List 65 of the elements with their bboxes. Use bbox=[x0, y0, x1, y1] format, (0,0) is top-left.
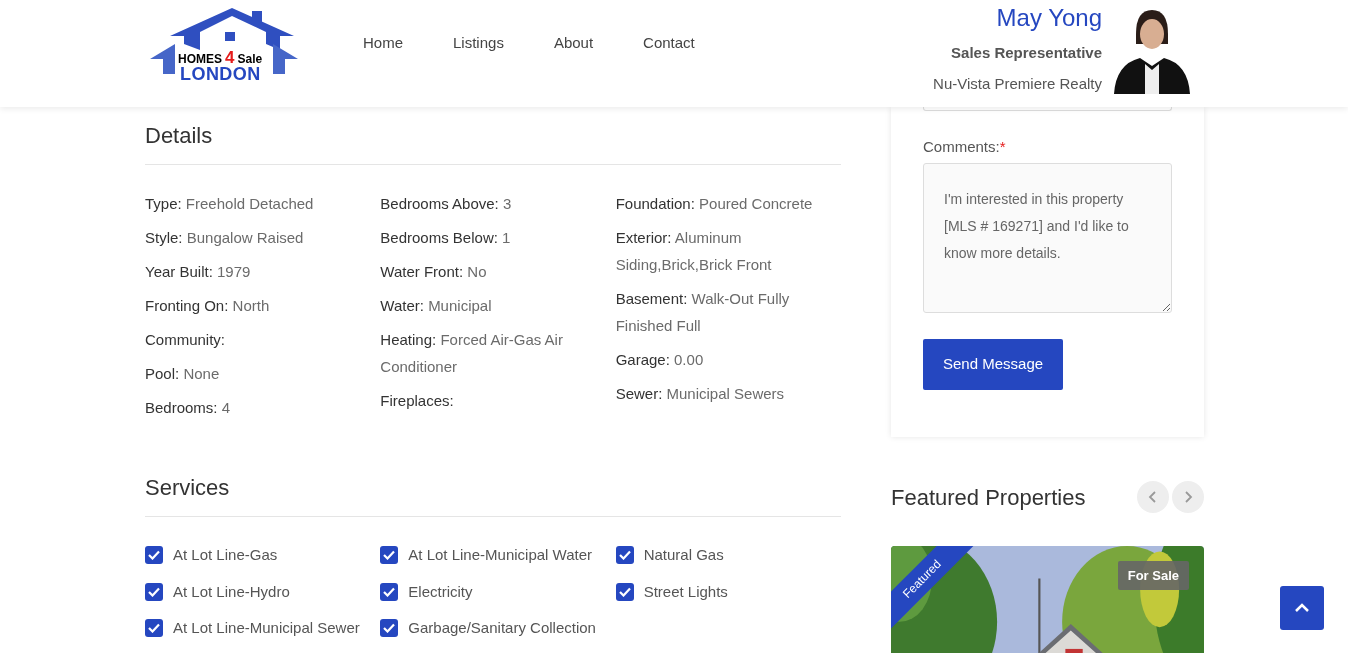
detail-item: Bedrooms: 4 bbox=[145, 398, 232, 418]
check-icon bbox=[383, 550, 396, 561]
check-icon bbox=[383, 623, 396, 634]
service-label: At Lot Line-Municipal Sewer bbox=[173, 618, 360, 638]
detail-item: Community: bbox=[145, 330, 227, 350]
nav-link[interactable]: About bbox=[553, 32, 594, 55]
logo-text: Sale bbox=[237, 53, 263, 65]
detail-item: Fireplaces: bbox=[380, 391, 455, 411]
service-label: Garbage/Sanitary Collection bbox=[408, 618, 596, 638]
section-heading: Services bbox=[145, 474, 231, 502]
service-label: At Lot Line-Hydro bbox=[173, 581, 290, 602]
detail-item: Water Front: No bbox=[380, 262, 488, 282]
agent-name: May Yong bbox=[996, 4, 1102, 32]
detail-item: Garage: 0.00 bbox=[615, 350, 705, 370]
check-icon bbox=[148, 623, 160, 634]
check-icon bbox=[383, 586, 396, 597]
field-label: Comments: bbox=[923, 138, 1000, 155]
service-label: Natural Gas bbox=[643, 545, 724, 565]
detail-item: Basement: Walk-Out Fully Finished Full bbox=[615, 289, 791, 336]
nav-link[interactable]: Listings bbox=[453, 32, 504, 55]
checkbox[interactable] bbox=[615, 546, 634, 565]
status-badge: For Sale bbox=[1117, 560, 1189, 590]
checkbox[interactable] bbox=[145, 582, 163, 601]
detail-item: Exterior: Aluminum Siding,Brick,Brick Front bbox=[615, 228, 773, 275]
checkbox[interactable] bbox=[145, 546, 163, 565]
detail-item: Foundation: Poured Concrete bbox=[615, 194, 814, 214]
detail-item: Bedrooms Below: 1 bbox=[380, 228, 512, 248]
logo-text: LONDON bbox=[180, 65, 261, 83]
detail-item: Type: Freehold Detached bbox=[145, 194, 315, 214]
checkbox[interactable] bbox=[380, 546, 399, 565]
check-icon bbox=[148, 586, 160, 597]
scroll-to-top-button[interactable] bbox=[1280, 586, 1324, 630]
service-label: Electricity bbox=[408, 581, 473, 602]
send-message-button[interactable]: Send Message bbox=[923, 338, 1064, 390]
chevron-right-icon bbox=[1183, 491, 1193, 503]
detail-item: Style: Bungalow Raised bbox=[145, 228, 305, 248]
nav-link[interactable]: Contact bbox=[643, 32, 695, 55]
checkbox[interactable] bbox=[380, 619, 399, 638]
detail-item: Sewer: Municipal Sewers bbox=[615, 384, 786, 404]
check-icon bbox=[618, 550, 631, 561]
section-heading: Details bbox=[145, 122, 214, 150]
chevron-up-icon bbox=[1294, 603, 1310, 613]
detail-item: Year Built: 1979 bbox=[145, 262, 252, 282]
check-icon bbox=[618, 586, 631, 597]
service-label: At Lot Line-Gas bbox=[173, 545, 278, 565]
chevron-left-icon bbox=[1148, 491, 1158, 503]
detail-item: Bedrooms Above: 3 bbox=[380, 194, 513, 214]
detail-item: Pool: None bbox=[145, 364, 221, 384]
section-heading: Featured Properties bbox=[891, 483, 1086, 512]
checkbox[interactable] bbox=[145, 619, 163, 638]
check-icon bbox=[148, 550, 160, 561]
service-label: At Lot Line-Municipal Water bbox=[408, 545, 593, 565]
agent-brokerage: Nu-Vista Premiere Realty bbox=[933, 73, 1102, 94]
detail-item: Water: Municipal bbox=[380, 296, 493, 316]
detail-item: Fronting On: North bbox=[145, 296, 271, 316]
service-label: Street Lights bbox=[643, 581, 728, 602]
checkbox[interactable] bbox=[615, 582, 634, 601]
nav-link[interactable]: Home bbox=[363, 32, 403, 55]
agent-title: Sales Representative bbox=[951, 43, 1102, 63]
logo-text: HOMES bbox=[178, 53, 222, 65]
checkbox[interactable] bbox=[380, 582, 399, 601]
logo-text: 4 bbox=[225, 49, 235, 66]
required-mark: * bbox=[999, 138, 1006, 155]
comments-field[interactable]: I'm interested in this property [MLS # 169271] and I'd like to know more details. bbox=[923, 162, 1172, 313]
detail-item: Heating: Forced Air-Gas Air Conditioner bbox=[380, 330, 564, 377]
